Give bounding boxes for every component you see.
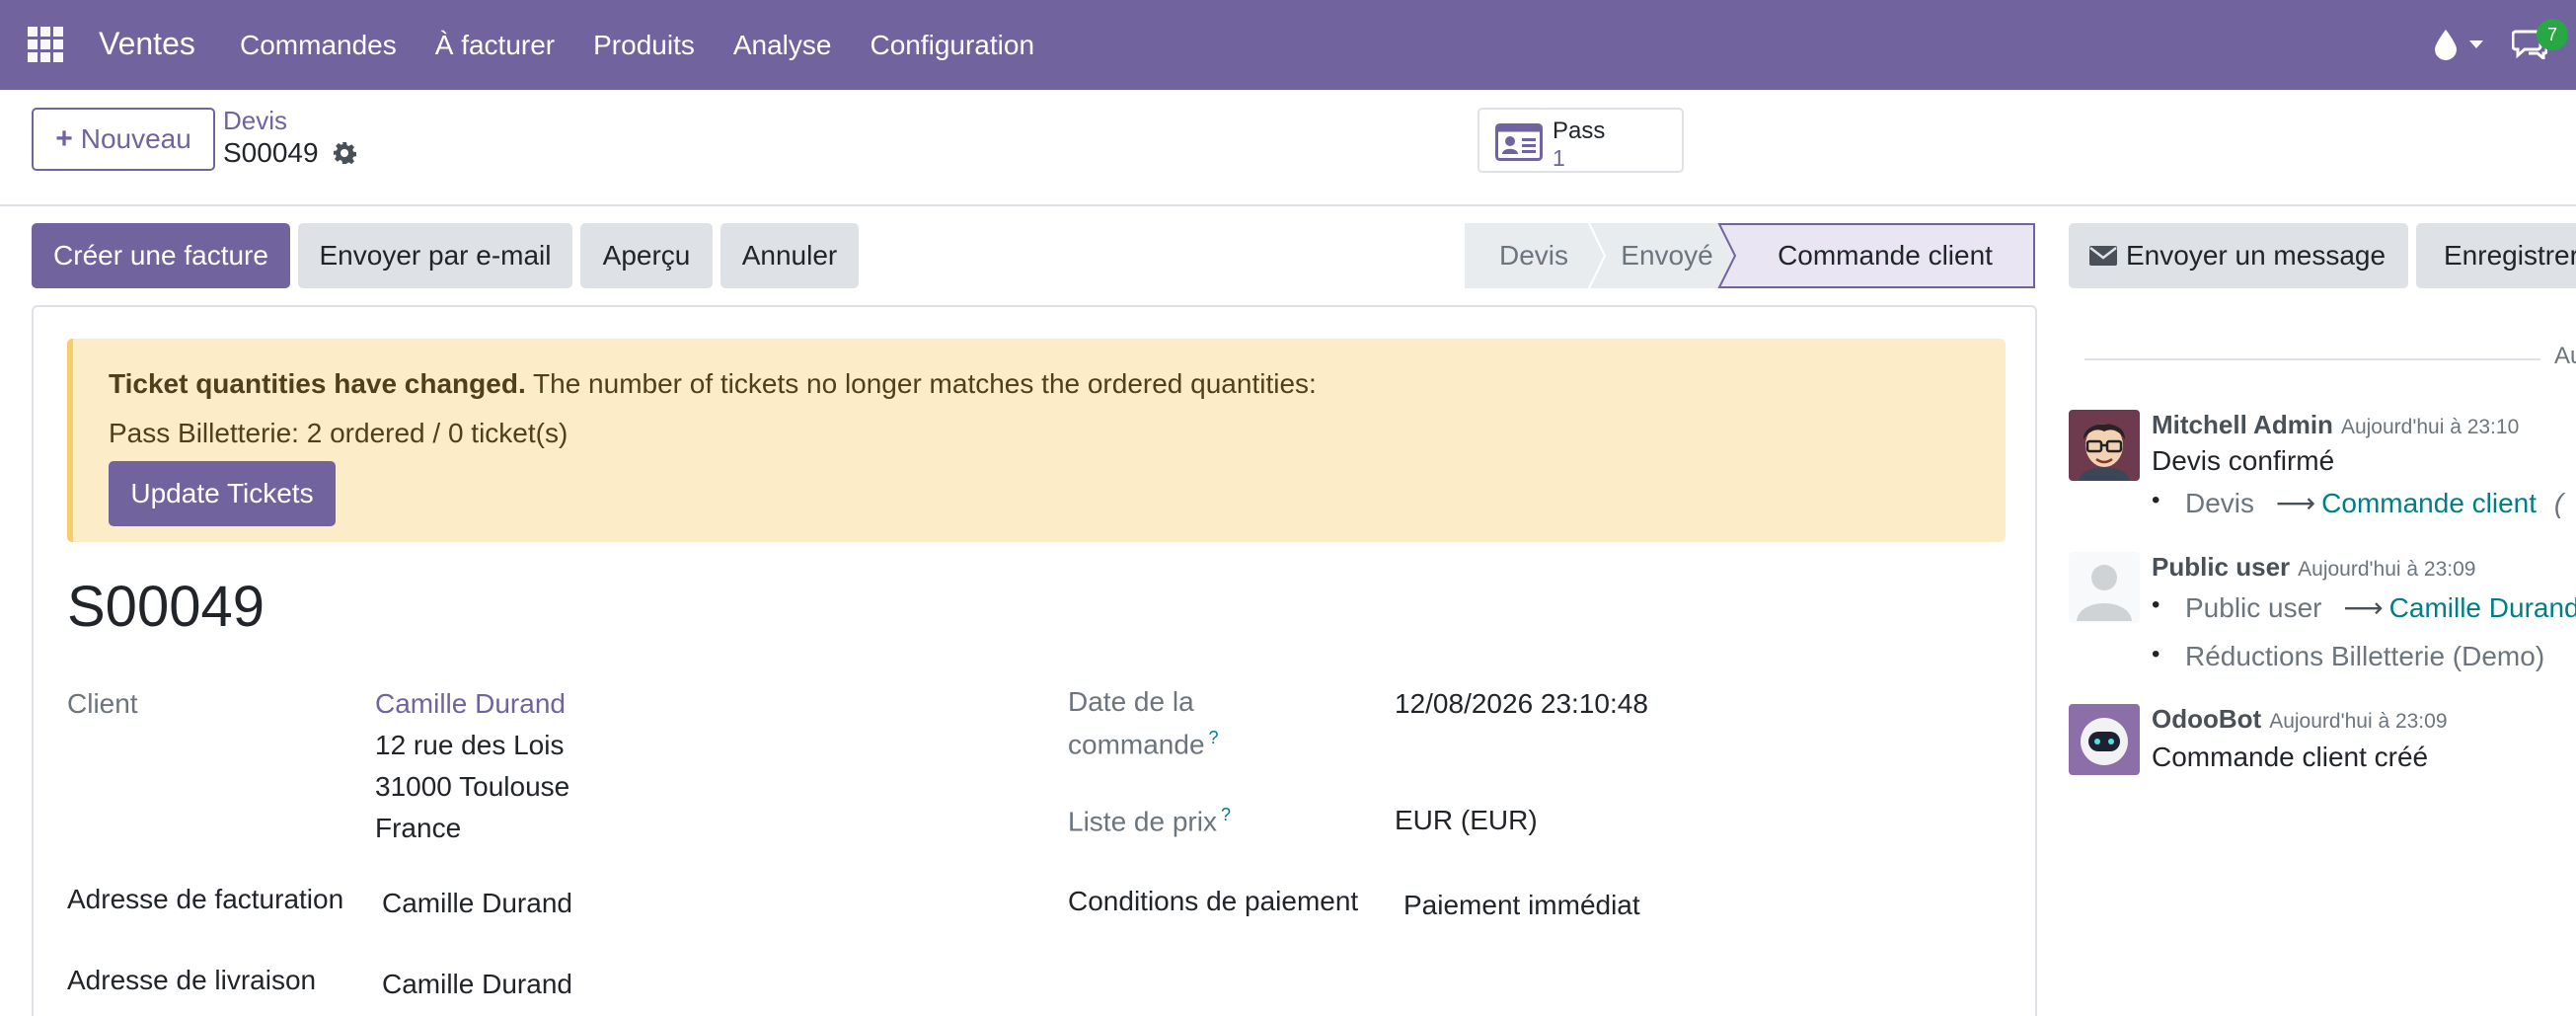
record-name: S00049 [67,575,265,639]
update-tickets-button[interactable]: Update Tickets [109,461,336,526]
alert-message: The number of tickets no longer matches … [533,368,1317,399]
admin-avatar-image [2069,410,2140,481]
breadcrumb-current: S00049 [223,137,356,169]
client-address-city: 31000 Toulouse [375,771,570,802]
gear-icon[interactable] [333,141,356,165]
top-navbar: Ventes Commandes À facturer Produits Ana… [0,0,2576,90]
message-body: Commande client créé [2152,742,2429,772]
chatter-message: Public user Aujourd'hui à 23:09 Public us… [2069,552,2576,690]
client-link[interactable]: Camille Durand [375,688,566,720]
pricelist-label: Liste de prix? [1068,805,1231,837]
send-message-label: Envoyer un message [2126,240,2387,271]
tracking-new-value: Commande client [2321,488,2538,518]
pricelist-help-icon[interactable]: ? [1221,805,1231,824]
invoice-address-field[interactable]: Camille Durand [382,888,572,919]
breadcrumb-parent[interactable]: Devis [223,106,287,136]
avatar[interactable] [2069,704,2140,775]
alert-detail: Pass Billetterie: 2 ordered / 0 ticket(s… [109,418,568,448]
main-menu: Commandes À facturer Produits Analyse Co… [240,30,1073,61]
order-date-field[interactable]: 12/08/2026 23:10:48 [1395,688,1648,720]
message-date: Aujourd'hui à 23:09 [2298,558,2476,581]
ticket-warning-alert: Ticket quantities have changed. The numb… [67,339,2006,542]
new-button[interactable]: + Nouveau [32,108,215,171]
app-menu-icon[interactable] [28,27,63,62]
menu-item-products[interactable]: Produits [593,30,695,61]
avatar[interactable] [2069,410,2140,481]
order-date-label: Date de la [1068,686,1194,717]
delivery-address-label: Adresse de livraison [67,965,317,995]
date-separator: Aujourd'hui [2540,343,2576,370]
tracking-old-value: Devis [2185,488,2255,518]
droplet-icon[interactable] [2432,28,2460,61]
tracking-value: Devis ⟶Commande client ( [2152,487,2564,519]
plus-icon: + [55,122,73,155]
default-avatar-image [2069,552,2140,623]
smart-button-count: 1 [1553,145,1565,171]
new-button-label: Nouveau [80,123,191,154]
pass-smart-button[interactable]: Pass 1 [1477,108,1684,173]
send-email-button[interactable]: Envoyer par e-mail [298,223,572,288]
alert-line: Ticket quantities have changed. The numb… [109,368,1317,400]
create-invoice-button[interactable]: Créer une facture [32,223,290,288]
message-author: Mitchell Admin Aujourd'hui à 23:10 [2152,410,2519,440]
tracking-suffix: ( [2553,488,2564,518]
tracking-value: Public user ⟶Camille Durand [2152,591,2576,624]
client-label: Client [67,688,138,719]
status-step-quotation[interactable]: Devis [1465,223,1603,288]
menu-item-orders[interactable]: Commandes [240,30,397,61]
control-panel: + Nouveau Devis S00049 Pass 1 [0,90,2576,206]
cancel-button[interactable]: Annuler [720,223,859,288]
tracking-new-value: Camille Durand [2388,592,2576,623]
message-author: Public user Aujourd'hui à 23:09 [2152,552,2475,583]
menu-item-reporting[interactable]: Analyse [733,30,832,61]
client-address-country: France [375,813,462,843]
order-date-label-word: commande [1068,729,1205,760]
menu-item-to-invoice[interactable]: À facturer [435,30,555,61]
payment-terms-label: Conditions de paiement [1068,886,1359,916]
avatar[interactable] [2069,552,2140,623]
order-date-label-2: commande? [1068,728,1219,760]
log-note-button[interactable]: Enregistrer une note [2416,223,2576,288]
message-author-name[interactable]: Mitchell Admin [2152,410,2333,439]
message-body: Devis confirmé [2152,445,2335,476]
smart-button-title: Pass [1553,117,1606,144]
messages-badge: 7 [2537,19,2568,50]
send-message-button[interactable]: Envoyer un message [2069,223,2408,288]
form-sheet: Ticket quantities have changed. The numb… [32,305,2037,1016]
chatter-message: Mitchell Admin Aujourd'hui à 23:10 Devis … [2069,410,2576,538]
alert-title: Ticket quantities have changed. [109,368,526,399]
payment-terms-field[interactable]: Paiement immédiat [1403,890,1640,921]
status-step-sent[interactable]: Envoyé [1603,223,1731,288]
status-step-sales-order[interactable]: Commande client [1735,223,2035,288]
menu-item-configuration[interactable]: Configuration [870,30,1034,61]
tracking-old-value: Public user [2185,592,2322,623]
chevron-down-icon[interactable] [2469,40,2483,48]
delivery-address-field[interactable]: Camille Durand [382,969,572,1000]
tracking-value: Réductions Billetterie (Demo) [2152,641,2545,672]
message-date: Aujourd'hui à 23:09 [2269,710,2448,733]
chatter-message: OdooBot Aujourd'hui à 23:09 Commande clie… [2069,704,2576,793]
arrow-right-icon: ⟶ [2343,592,2384,623]
id-card-icon [1495,123,1543,161]
log-note-label: Enregistrer une note [2444,240,2576,271]
breadcrumb-current-label: S00049 [223,137,319,168]
pricelist-label-text: Liste de prix [1068,806,1217,837]
app-name[interactable]: Ventes [99,26,195,62]
date-separator-line [2084,358,2576,360]
odoobot-avatar-image [2069,704,2140,775]
message-author: OdooBot Aujourd'hui à 23:09 [2152,704,2448,735]
order-date-help-icon[interactable]: ? [1209,728,1219,747]
invoice-address-label: Adresse de facturation [67,884,344,914]
message-author-name[interactable]: Public user [2152,552,2290,582]
client-address-street: 12 rue des Lois [375,730,565,760]
message-date: Aujourd'hui à 23:10 [2340,416,2520,438]
chatter-panel: Envoyer un message Enregistrer une note … [2037,206,2576,987]
arrow-right-icon: ⟶ [2276,488,2316,518]
preview-button[interactable]: Aperçu [580,223,713,288]
message-author-name[interactable]: OdooBot [2152,704,2261,734]
pricelist-field[interactable]: EUR (EUR) [1395,805,1538,836]
tracking-old-value: Réductions Billetterie (Demo) [2185,641,2545,671]
envelope-icon [2089,246,2117,266]
